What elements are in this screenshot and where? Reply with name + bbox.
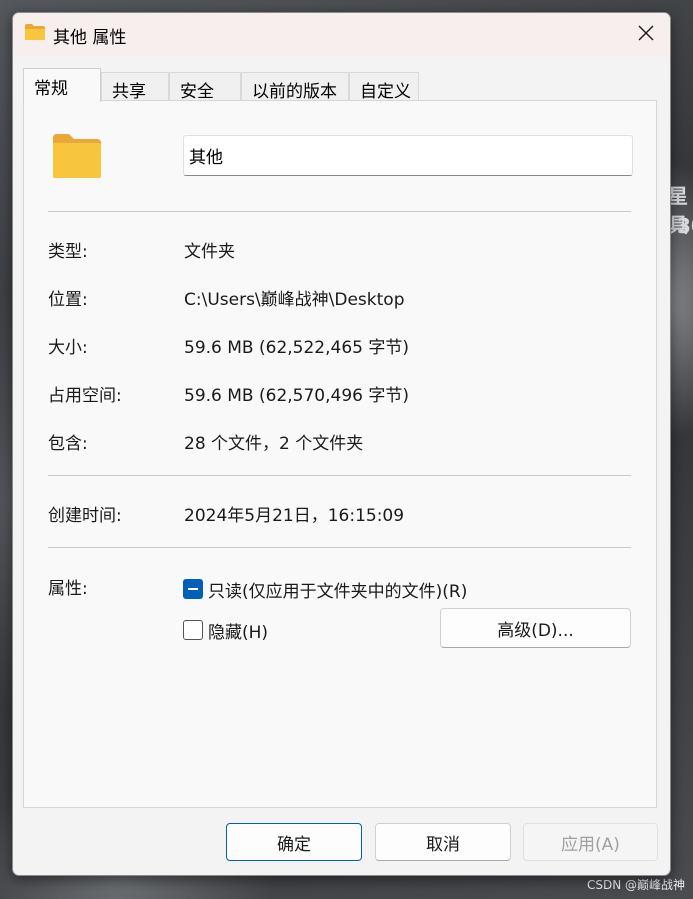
size-label: 大小: xyxy=(48,338,88,358)
divider xyxy=(48,475,631,476)
title-bar[interactable]: 其他 属性 xyxy=(13,13,670,57)
contains-label: 包含: xyxy=(48,434,88,454)
readonly-label[interactable]: 只读(仅应用于文件夹中的文件)(R) xyxy=(208,577,467,602)
location-label: 位置: xyxy=(48,290,88,310)
close-icon xyxy=(638,25,654,41)
watermark: CSDN @巅峰战神 xyxy=(586,878,685,892)
size-on-disk-label: 占用空间: xyxy=(48,386,122,406)
tab-sharing[interactable]: 共享 xyxy=(101,72,169,102)
apply-button[interactable]: 应用(A) xyxy=(523,823,658,861)
divider xyxy=(48,211,631,212)
hidden-checkbox[interactable] xyxy=(183,620,203,640)
divider xyxy=(48,547,631,548)
type-label: 类型: xyxy=(48,242,88,262)
size-value: 59.6 MB (62,522,465 字节) xyxy=(184,338,409,358)
advanced-button[interactable]: 高级(D)... xyxy=(440,608,631,648)
type-value: 文件夹 xyxy=(184,242,235,262)
properties-dialog: 其他 属性 常规 共享 安全 以前的版本 自定义 类型: 文件夹 位置: C:\… xyxy=(12,12,671,876)
general-panel: 类型: 文件夹 位置: C:\Users\巅峰战神\Desktop 大小: 59… xyxy=(23,100,657,808)
location-value: C:\Users\巅峰战神\Desktop xyxy=(184,290,405,310)
readonly-checkbox[interactable] xyxy=(183,579,203,599)
folder-icon xyxy=(53,134,101,178)
ok-button[interactable]: 确定 xyxy=(226,823,362,861)
tab-customize[interactable]: 自定义 xyxy=(349,72,419,102)
tab-general[interactable]: 常规 xyxy=(23,68,101,102)
tab-security[interactable]: 安全 xyxy=(169,72,241,102)
close-button[interactable] xyxy=(622,13,670,53)
cancel-button[interactable]: 取消 xyxy=(375,823,511,861)
contains-value: 28 个文件，2 个文件夹 xyxy=(184,434,364,454)
created-value: 2024年5月21日，16:15:09 xyxy=(184,506,405,526)
tab-previous-versions[interactable]: 以前的版本 xyxy=(241,72,349,102)
folder-icon xyxy=(25,24,45,40)
attributes-label: 属性: xyxy=(48,579,88,599)
created-label: 创建时间: xyxy=(48,506,122,526)
folder-name-input[interactable] xyxy=(183,135,633,176)
window-title: 其他 属性 xyxy=(53,28,127,48)
background-text: 30 xyxy=(677,214,693,238)
size-on-disk-value: 59.6 MB (62,570,496 字节) xyxy=(184,386,409,406)
hidden-label[interactable]: 隐藏(H) xyxy=(208,618,268,643)
